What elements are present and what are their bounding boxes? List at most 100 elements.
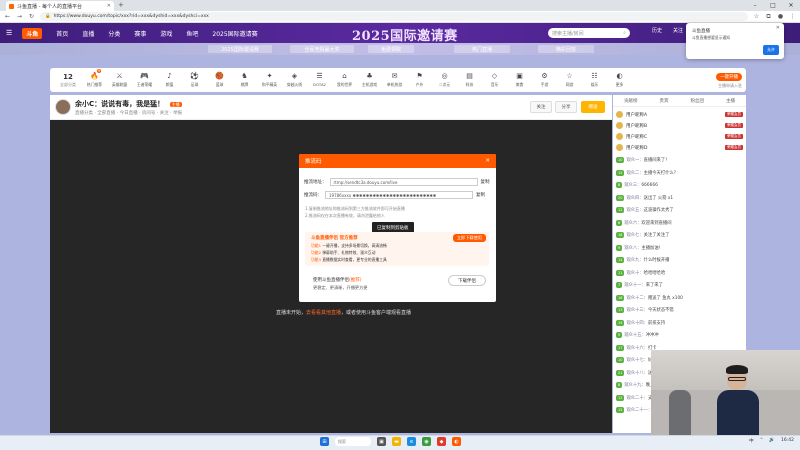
start-icon[interactable]: ⊞ [320,437,329,446]
tab-anchor[interactable]: 主播 [726,98,735,104]
copy-url-button[interactable]: 复制 [481,179,490,185]
sub-chip-3[interactable]: 免费领取 [368,45,414,53]
browser-tab[interactable]: 斗鱼直播 - 每个人的直播平台 ✕ [6,1,114,11]
extensions-icon[interactable]: ⧉ [765,13,772,21]
category-item[interactable]: ☷ 娱乐 [582,72,607,88]
tab-contribution[interactable]: 贡献榜 [624,98,638,104]
chrome-icon[interactable]: ◉ [422,437,431,446]
chat-user[interactable]: 观众十一： [624,283,645,288]
chat-message[interactable]: 7 观众十一：来了来了 [616,282,743,289]
nav-events[interactable]: 赛事 [134,29,146,38]
chat-user[interactable]: 观众九： [626,258,643,263]
edge-icon[interactable]: e [407,437,416,446]
chat-user[interactable]: 观众十七： [626,358,647,363]
sub-chip-5[interactable]: 精彩回放 [538,45,594,53]
chat-user[interactable]: 观众六： [624,221,641,226]
chat-message[interactable]: 9 观众八：主播加油！ [616,244,743,252]
back-icon[interactable]: ← [4,13,11,20]
forward-icon[interactable]: → [16,13,23,20]
chat-message[interactable]: 14 观众九：什么时候开播 [616,257,743,264]
toast-close-icon[interactable]: ✕ [776,25,780,31]
nav-live[interactable]: 直播 [82,29,94,38]
rank-row[interactable]: 用户昵称B 荣耀会员 [616,122,743,129]
nav-follow[interactable]: 关注 [673,27,683,34]
chat-user[interactable]: 观众十二： [626,296,647,301]
category-item[interactable]: ♣ 主机游戏 [357,72,382,88]
category-item[interactable]: ⚽ 足球 [182,72,207,88]
new-tab-button[interactable]: + [118,1,124,9]
streamer-avatar[interactable] [55,99,71,115]
sub-chip-2[interactable]: 全民竞猜赢大奖 [290,45,354,53]
taskbar-search[interactable]: 搜索 [335,437,371,446]
video-player[interactable]: 余小C：说说有毒，我是猛！ 主播 直播分类 · 全部直播 · 今日直播 · 房间… [50,95,612,433]
chat-message[interactable]: 12 观众五：这波操作太秀了 [616,207,743,214]
chat-message[interactable]: 13 观众十三：今天状态不错 [616,307,743,314]
category-item[interactable]: ☆ 网游 [557,72,582,88]
category-item[interactable]: ☰ DOTA2 [307,72,332,88]
category-item[interactable]: ⚙ 手游 [532,72,557,88]
chat-user[interactable]: 观众十三： [626,308,647,313]
address-bar[interactable]: 🔒 https://www.douyu.com/topic/xxx?rid=xx… [40,12,748,21]
chat-user[interactable]: 观众十九： [624,383,645,388]
tab-close-icon[interactable]: ✕ [107,3,111,9]
category-item[interactable]: ▣ 美食 [507,72,532,88]
category-item[interactable]: ◈ 穿越火线 [282,72,307,88]
category-item[interactable]: ♞ 棋牌 [232,72,257,88]
rtmp-url-field[interactable]: rtmp://sendtc3a.douyu.com/live [329,178,478,186]
category-item[interactable]: ⚔ 英雄联盟 [107,72,132,88]
close-window-button[interactable]: ✕ [782,0,800,11]
chat-message[interactable]: 11 观众十：哈哈哈哈哈 [616,269,743,277]
nav-yuba[interactable]: 鱼吧 [186,29,198,38]
category-item[interactable]: 🔥 热门推荐 9 [82,69,107,88]
category-item[interactable]: ⌂ 我的世界 [332,72,357,88]
site-logo[interactable]: 斗鱼 [22,27,43,39]
dialog-close-icon[interactable]: ✕ [485,158,490,164]
chat-user[interactable]: 观众四： [626,196,643,201]
category-count[interactable]: 12 全部分类 [54,73,82,88]
nav-ti[interactable]: 2025国际邀请赛 [212,29,257,38]
rank-row[interactable]: 用户昵称C 荣耀会员 [616,133,743,140]
app-icon-red[interactable]: ◆ [437,437,446,446]
reload-icon[interactable]: ↻ [28,13,35,20]
rank-row[interactable]: 用户昵称A 荣耀会员 [616,111,743,118]
clock[interactable]: 16:42 [781,438,794,444]
chat-user[interactable]: 观众一： [626,158,643,163]
tray-expand-icon[interactable]: ⌃ [760,438,764,444]
chat-message[interactable]: 10 观众一：直播间来了！ [616,157,743,164]
file-explorer-icon[interactable]: ▬ [392,437,401,446]
hamburger-icon[interactable]: ☰ [6,29,12,37]
chat-user[interactable]: 观众二十： [626,396,647,401]
stream-key-field[interactable]: 19786xxxx ✱✱✱✱✱✱✱✱✱✱✱✱✱✱✱✱✱✱✱✱✱✱✱✱✱ [325,191,473,199]
chat-user[interactable]: 观众十六： [626,346,647,351]
rank-row[interactable]: 用户昵称D 荣耀会员 [616,144,743,151]
chat-message[interactable]: 5 观众十五：冲冲冲 [616,332,743,339]
gift-button[interactable]: 赠送 [581,101,605,113]
chat-message[interactable]: 20 观众四：送出了 火箭 x1 [616,194,743,202]
sub-chip-1[interactable]: 2025国际邀请赛 [208,45,272,53]
nav-history[interactable]: 历史 [652,27,662,34]
nav-games[interactable]: 游戏 [160,29,172,38]
start-live-button[interactable]: 一键开播 [716,73,742,81]
task-view-icon[interactable]: ▣ [377,437,386,446]
chat-user[interactable]: 观众二十一： [626,408,652,413]
chat-user[interactable]: 观众八： [624,246,641,251]
chat-user[interactable]: 观众五： [626,208,643,213]
category-item[interactable]: ♪ 颜值 [157,72,182,88]
search-icon[interactable]: ⌕ [623,30,626,36]
chat-user[interactable]: 观众三： [624,183,641,188]
chat-message[interactable]: 19 观众十四：前排支持 [616,319,743,327]
category-item[interactable]: ✦ 和平精英 [257,72,282,88]
chat-message[interactable]: 18 观众七：关注了关注了 [616,232,743,239]
ime-indicator[interactable]: 中 [749,438,754,444]
follow-button[interactable]: 关注 [530,101,552,113]
chat-message[interactable]: 8 观众三：666666 [616,182,743,189]
category-item[interactable]: ⚑ 户外 [407,72,432,88]
promo-download-button[interactable]: 立即下载使用 [452,234,486,242]
site-search-input[interactable]: 搜索主播/房间 ⌕ [548,28,630,38]
chat-user[interactable]: 观众十： [626,271,643,276]
share-button[interactable]: 分享 [555,101,577,113]
nav-category[interactable]: 分类 [108,29,120,38]
category-item[interactable]: ◐ 更多 [607,72,632,88]
category-item[interactable]: 🎮 王者荣耀 [132,72,157,88]
category-item[interactable]: 🏀 篮球 [207,72,232,88]
